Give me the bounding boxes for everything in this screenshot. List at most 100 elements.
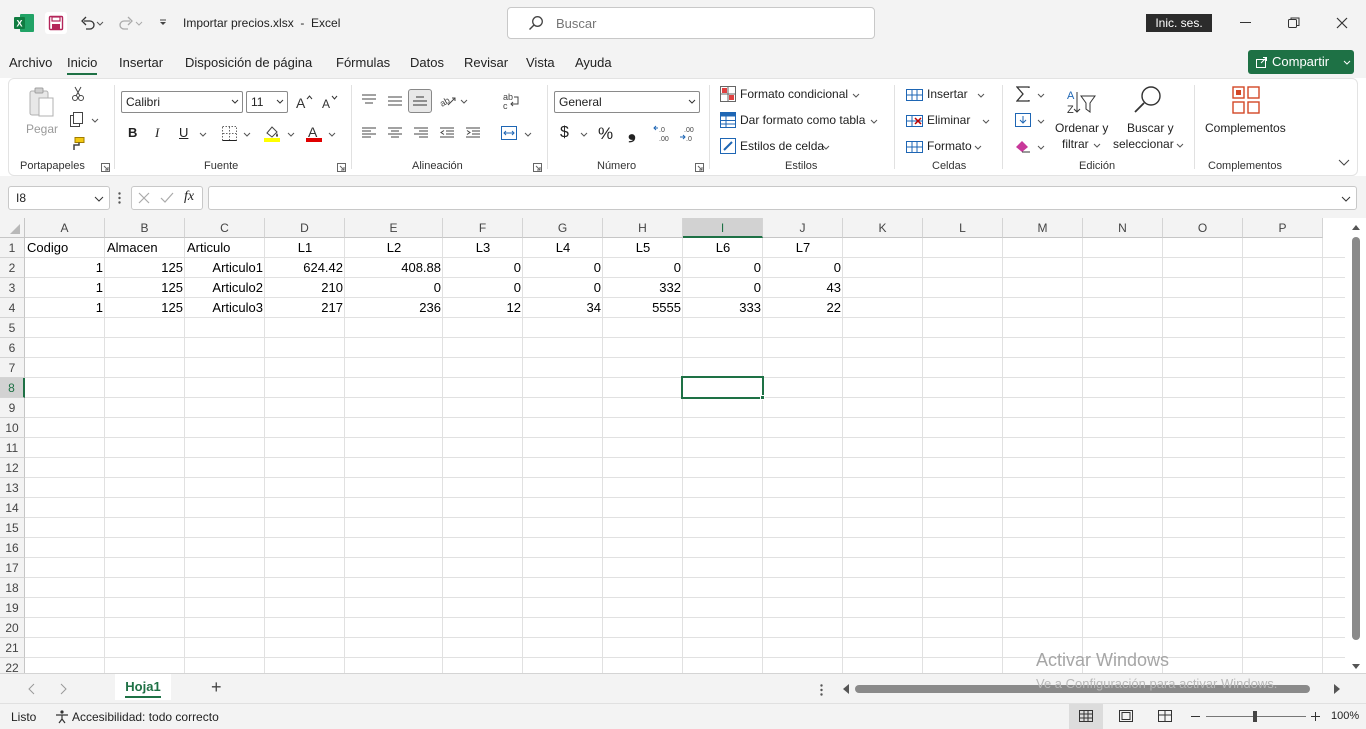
font-name-combo[interactable]: Calibri (121, 91, 243, 113)
row-header[interactable]: 4 (0, 298, 25, 318)
header-cell[interactable]: L1 (265, 238, 345, 258)
align-top-icon[interactable] (360, 91, 378, 107)
formula-input[interactable] (208, 186, 1357, 210)
row-header[interactable]: 14 (0, 498, 25, 518)
customize-toolbar-icon[interactable] (152, 12, 174, 34)
column-header[interactable]: D (265, 218, 345, 238)
number-launcher-icon[interactable] (694, 162, 704, 172)
zoom-level[interactable]: 100% (1331, 710, 1359, 722)
zoom-in-icon[interactable] (1311, 712, 1320, 721)
menu-inicio[interactable]: Inicio (67, 55, 98, 75)
wrap-text-icon[interactable]: ab c (500, 91, 522, 111)
scroll-down-icon[interactable] (1352, 664, 1360, 670)
data-cell[interactable]: 1 (25, 298, 105, 318)
data-cell[interactable]: 0 (443, 258, 523, 278)
menu-disposicion-pagina[interactable]: Disposición de página (185, 55, 312, 70)
font-color-chevron-icon[interactable] (327, 130, 337, 138)
row-header[interactable]: 17 (0, 558, 25, 578)
fill-icon[interactable] (1014, 111, 1032, 129)
sheet-tab-hoja1[interactable]: Hoja1 (115, 674, 171, 700)
cut-icon[interactable] (68, 85, 88, 103)
save-icon[interactable] (45, 12, 67, 34)
bold-button[interactable]: B (128, 125, 137, 140)
data-cell[interactable]: Articulo3 (185, 298, 265, 318)
worksheet-grid[interactable]: A B C D E F G H I J K L M N O P 1 2 3 4 5 6 7 8 9 10 11 12 13 14 15 16 1… (0, 218, 1366, 673)
sort-filter-label-1[interactable]: Ordenar y (1055, 121, 1108, 135)
currency-button[interactable]: $ (560, 124, 569, 142)
clear-icon[interactable] (1014, 137, 1032, 155)
column-header[interactable]: K (843, 218, 923, 238)
cell-styles-icon[interactable] (719, 137, 737, 155)
format-painter-icon[interactable] (67, 135, 87, 153)
vertical-scrollbar[interactable] (1348, 220, 1364, 672)
row-header[interactable]: 20 (0, 618, 25, 638)
format-as-table-button[interactable]: Dar formato como tabla (740, 113, 865, 127)
vertical-scroll-thumb[interactable] (1352, 237, 1360, 640)
data-cell[interactable]: 0 (523, 278, 603, 298)
underline-chevron-icon[interactable] (198, 130, 208, 138)
data-cell[interactable]: 0 (523, 258, 603, 278)
addins-icon[interactable] (1230, 84, 1262, 116)
data-cell[interactable]: 34 (523, 298, 603, 318)
row-header[interactable]: 2 (0, 258, 25, 278)
align-middle-icon[interactable] (386, 93, 404, 109)
align-bottom-icon[interactable] (408, 89, 432, 113)
increase-indent-icon[interactable] (464, 125, 482, 141)
fill-color-chevron-icon[interactable] (286, 130, 296, 138)
data-cell[interactable]: 0 (683, 278, 763, 298)
copy-dropdown-chevron-icon[interactable] (90, 115, 100, 125)
header-cell[interactable]: L2 (345, 238, 443, 258)
align-right-icon[interactable] (412, 125, 430, 141)
column-header[interactable]: N (1083, 218, 1163, 238)
data-cell[interactable]: 217 (265, 298, 345, 318)
column-header[interactable]: C (185, 218, 265, 238)
conditional-format-button[interactable]: Formato condicional (740, 87, 848, 101)
page-break-view-icon[interactable] (1158, 710, 1172, 722)
column-header[interactable]: F (443, 218, 523, 238)
column-header[interactable]: L (923, 218, 1003, 238)
row-header[interactable]: 11 (0, 438, 25, 458)
insert-function-button[interactable]: fx (184, 189, 194, 205)
search-input[interactable] (556, 16, 856, 31)
data-cell[interactable]: 1 (25, 258, 105, 278)
column-header[interactable]: O (1163, 218, 1243, 238)
data-cell[interactable]: 12 (443, 298, 523, 318)
menu-revisar[interactable]: Revisar (464, 55, 508, 70)
conditional-format-icon[interactable] (719, 85, 737, 103)
sort-filter-icon[interactable]: AZ (1063, 85, 1097, 119)
column-header[interactable]: I (683, 218, 763, 238)
ribbon-collapse-chevron-icon[interactable] (1337, 157, 1351, 167)
cancel-entry-icon[interactable] (138, 192, 150, 204)
percent-button[interactable]: % (598, 124, 613, 144)
data-cell[interactable]: 408.88 (345, 258, 443, 278)
cell-styles-chevron-icon[interactable] (821, 143, 831, 151)
fill-chevron-icon[interactable] (1036, 117, 1046, 125)
orientation-icon[interactable]: ab (437, 91, 457, 109)
row-header[interactable]: 7 (0, 358, 25, 378)
add-sheet-button[interactable]: + (211, 677, 222, 698)
name-box-chevron-icon[interactable] (94, 196, 104, 202)
data-cell[interactable]: 332 (603, 278, 683, 298)
merge-chevron-icon[interactable] (523, 130, 533, 138)
data-cell[interactable]: 43 (763, 278, 843, 298)
column-header[interactable]: J (763, 218, 843, 238)
header-cell[interactable]: L3 (443, 238, 523, 258)
scroll-left-icon[interactable] (842, 684, 849, 694)
data-cell[interactable]: 333 (683, 298, 763, 318)
data-cell[interactable]: 125 (105, 258, 185, 278)
confirm-entry-icon[interactable] (160, 192, 174, 204)
data-cell[interactable]: 0 (345, 278, 443, 298)
format-cells-chevron-icon[interactable] (973, 143, 983, 151)
insert-cells-button[interactable]: Insertar (927, 87, 968, 101)
header-cell[interactable]: Codigo (25, 238, 105, 258)
data-cell[interactable]: 0 (443, 278, 523, 298)
borders-chevron-icon[interactable] (242, 130, 252, 138)
insert-cells-chevron-icon[interactable] (976, 91, 986, 99)
row-header[interactable]: 10 (0, 418, 25, 438)
row-header[interactable]: 9 (0, 398, 25, 418)
italic-button[interactable]: I (155, 125, 159, 141)
find-select-icon[interactable] (1131, 83, 1165, 117)
data-cell[interactable]: 125 (105, 298, 185, 318)
menu-archivo[interactable]: Archivo (9, 55, 52, 70)
column-header[interactable]: B (105, 218, 185, 238)
